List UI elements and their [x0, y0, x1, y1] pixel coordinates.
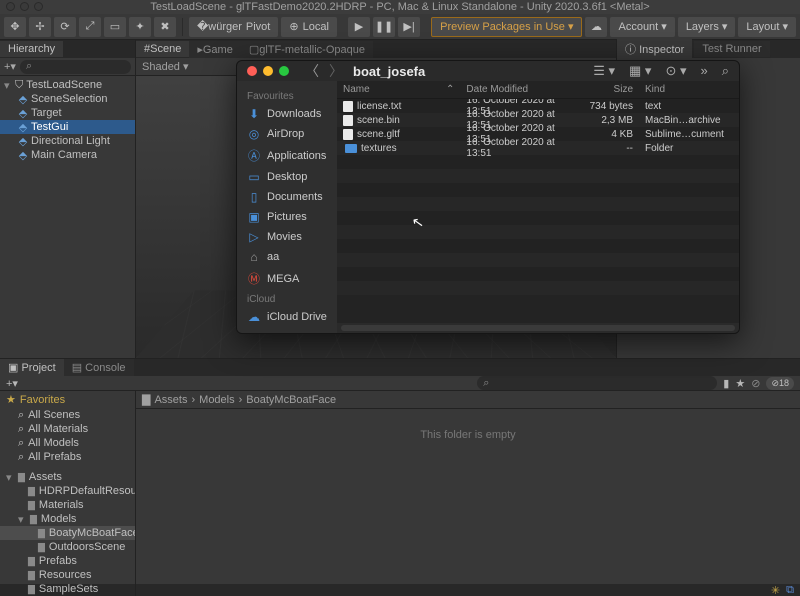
asset-folder[interactable]: ▇ HDRPDefaultResources: [0, 484, 135, 498]
asset-folder[interactable]: ▾▇ Models: [0, 512, 135, 526]
finder-back[interactable]: 〈: [305, 61, 319, 81]
transform-tool[interactable]: ✦: [129, 17, 151, 37]
console-tab[interactable]: ▤ Console: [64, 359, 134, 376]
file-icon: [343, 101, 353, 112]
favorites-header[interactable]: ★ Favorites: [0, 391, 135, 408]
finder-forward[interactable]: 〉: [329, 61, 343, 81]
file-icon: [343, 129, 353, 140]
hierarchy-item[interactable]: ⬘Main Camera: [0, 148, 135, 162]
asset-folder[interactable]: ▇ SampleSets: [0, 582, 135, 596]
sidebar-category: iCloud: [237, 290, 337, 307]
hierarchy-item[interactable]: ⬘Target: [0, 106, 135, 120]
sidebar-category: Favourites: [237, 87, 337, 104]
hierarchy-panel: Hierarchy +▾ ⌕ ▾⛉ TestLoadScene ⬘SceneSe…: [0, 40, 136, 358]
asset-folder[interactable]: ▇ Prefabs: [0, 554, 135, 568]
sidebar-desktop[interactable]: ▭Desktop: [237, 167, 337, 187]
layers-dropdown[interactable]: Layers ▾: [678, 17, 736, 37]
finder-file-row[interactable]: ›textures 16. October 2020 at 13:51 -- F…: [337, 141, 739, 155]
hidden-count: ⊘18: [766, 377, 794, 390]
sidebar-downloads[interactable]: ⬇Downloads: [237, 104, 337, 124]
asset-folder[interactable]: ▇ Materials: [0, 498, 135, 512]
project-breadcrumb[interactable]: ▇ Assets › Models › BoatyMcBoatFace: [136, 391, 800, 409]
preview-packages-button[interactable]: Preview Packages in Use ▾: [431, 17, 582, 37]
fav-item[interactable]: ⌕ All Models: [0, 436, 135, 450]
more-icon[interactable]: »: [700, 63, 707, 79]
finder-file-list: Name ⌃ Date Modified Size Kind license.t…: [337, 81, 739, 333]
action-icon[interactable]: ⊙ ▾: [665, 63, 686, 79]
finder-window[interactable]: 〈 〉 boat_josefa ☰ ▾ ▦ ▾ ⊙ ▾ » ⌕ Favourit…: [236, 60, 740, 334]
gltf-tab[interactable]: ▢glTF-metallic-Opaque: [241, 41, 373, 58]
asset-folder[interactable]: ▇ OutdoorsScene: [0, 540, 135, 554]
cloud-button[interactable]: ☁: [585, 17, 607, 37]
fav-item[interactable]: ⌕ All Scenes: [0, 408, 135, 422]
project-tab[interactable]: ▣ Project: [0, 359, 64, 376]
hierarchy-search[interactable]: ⌕: [20, 60, 131, 74]
finder-columns-header[interactable]: Name ⌃ Date Modified Size Kind: [337, 81, 739, 99]
scale-tool[interactable]: ⤢: [79, 17, 101, 37]
move-tool[interactable]: ✢: [29, 17, 51, 37]
status-icon: ✳: [771, 584, 780, 596]
rotate-tool[interactable]: ⟳: [54, 17, 76, 37]
assets-root[interactable]: ▾▇ Assets: [0, 470, 135, 484]
search-icon[interactable]: ⌕: [722, 63, 729, 79]
project-search[interactable]: ⌕: [477, 376, 717, 390]
hierarchy-item[interactable]: ⬘TestGui: [0, 120, 135, 134]
pause-button[interactable]: ❚❚: [373, 17, 395, 37]
project-tree: ★ Favorites ⌕ All Scenes ⌕ All Materials…: [0, 391, 136, 596]
project-panel: ▣ Project ▤ Console +▾ ⌕ ▮ ★ ⊘ ⊘18 ★ Fav…: [0, 358, 800, 584]
layout-dropdown[interactable]: Layout ▾: [738, 17, 796, 37]
test-runner-tab[interactable]: Test Runner: [694, 41, 769, 57]
hand-tool[interactable]: ✥: [4, 17, 26, 37]
hierarchy-item[interactable]: ⬘Directional Light: [0, 134, 135, 148]
sidebar-documents[interactable]: ▯Documents: [237, 187, 337, 207]
view-list-icon[interactable]: ☰ ▾: [593, 63, 615, 79]
scene-tab[interactable]: #Scene: [136, 41, 189, 57]
asset-folder[interactable]: ▇ Resources: [0, 568, 135, 582]
local-toggle[interactable]: ⊕Local: [281, 17, 337, 37]
status-icon: ⧉: [786, 584, 794, 596]
finder-sidebar: Favourites ⬇Downloads ◎AirDrop ⒶApplicat…: [237, 81, 337, 333]
step-button[interactable]: ▶|: [398, 17, 420, 37]
empty-folder-label: This folder is empty: [136, 409, 800, 596]
sidebar-applications[interactable]: ⒶApplications: [237, 144, 337, 167]
hierarchy-item[interactable]: ⬘SceneSelection: [0, 92, 135, 106]
pivot-toggle[interactable]: �würgerPivot: [189, 17, 278, 37]
asset-folder-selected[interactable]: ▇ BoatyMcBoatFace: [0, 526, 135, 540]
view-group-icon[interactable]: ▦ ▾: [629, 63, 651, 79]
hidden-icon[interactable]: ⊘: [751, 377, 760, 390]
fav-item[interactable]: ⌕ All Materials: [0, 422, 135, 436]
sidebar-airdrop[interactable]: ◎AirDrop: [237, 124, 337, 144]
hierarchy-tab[interactable]: Hierarchy: [0, 41, 63, 57]
macos-titlebar: TestLoadScene - glTFastDemo2020.2HDRP - …: [0, 0, 800, 14]
finder-title: boat_josefa: [353, 64, 425, 79]
sidebar-mega[interactable]: ⓂMEGA: [237, 267, 337, 290]
inspector-tab[interactable]: ⓘ Inspector: [617, 39, 692, 59]
favorite-icon[interactable]: ★: [735, 377, 745, 390]
finder-scrollbar[interactable]: [337, 323, 739, 333]
play-button[interactable]: ▶: [348, 17, 370, 37]
project-create-dropdown[interactable]: +▾: [6, 377, 18, 390]
shading-mode-dropdown[interactable]: Shaded ▾: [142, 60, 189, 73]
custom-tool[interactable]: ✖: [154, 17, 176, 37]
game-tab[interactable]: ▸Game: [189, 41, 241, 58]
sidebar-aa[interactable]: ⌂aa: [237, 247, 337, 267]
rect-tool[interactable]: ▭: [104, 17, 126, 37]
account-dropdown[interactable]: Account ▾: [610, 17, 674, 37]
sidebar-icloud[interactable]: ☁iCloud Drive: [237, 307, 337, 327]
window-title: TestLoadScene - glTFastDemo2020.2HDRP - …: [150, 1, 649, 13]
finder-traffic-lights[interactable]: [247, 66, 289, 76]
window-traffic-lights[interactable]: [6, 2, 43, 11]
fav-item[interactable]: ⌕ All Prefabs: [0, 450, 135, 464]
filter-icon[interactable]: ▮: [723, 377, 729, 390]
file-icon: [343, 115, 353, 126]
sidebar-movies[interactable]: ▷Movies: [237, 227, 337, 247]
create-dropdown[interactable]: +▾: [4, 60, 16, 73]
folder-icon: [345, 144, 357, 153]
scene-root[interactable]: ▾⛉ TestLoadScene: [0, 78, 135, 92]
unity-toolbar: ✥ ✢ ⟳ ⤢ ▭ ✦ ✖ �würgerPivot ⊕Local ▶ ❚❚ ▶…: [0, 14, 800, 40]
sidebar-pictures[interactable]: ▣Pictures: [237, 207, 337, 227]
